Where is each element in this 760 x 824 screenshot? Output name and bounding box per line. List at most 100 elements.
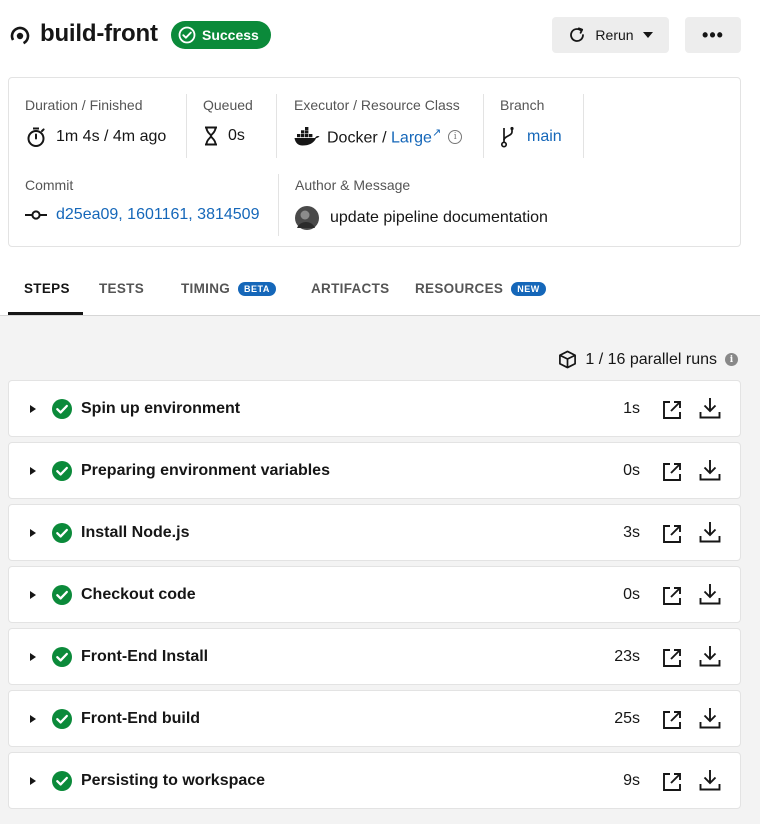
commit-field: Commit d25ea09, 1601161, 3814509: [25, 177, 259, 224]
tab-artifacts-label: ARTIFACTS: [311, 281, 390, 296]
step-row[interactable]: Checkout code 0s: [8, 566, 741, 623]
caret-right-icon[interactable]: [30, 653, 36, 661]
job-info-card: Duration / Finished 1m 4s / 4m ago Queue…: [8, 77, 741, 247]
author-field: Author & Message update pipeline documen…: [295, 177, 548, 230]
queued-label: Queued: [203, 97, 253, 113]
job-icon: [10, 26, 30, 46]
tab-timing-label: TIMING: [181, 281, 231, 296]
open-external-icon[interactable]: [661, 709, 683, 731]
cube-icon: [559, 350, 577, 369]
step-name: Checkout code: [81, 586, 196, 603]
open-external-icon[interactable]: [661, 771, 683, 793]
avatar: [295, 206, 319, 230]
resource-class-link[interactable]: Large: [391, 129, 432, 146]
open-external-icon[interactable]: [661, 399, 683, 421]
open-external-icon[interactable]: [661, 523, 683, 545]
caret-right-icon[interactable]: [30, 715, 36, 723]
duration-label: Duration / Finished: [25, 97, 143, 113]
step-row[interactable]: Spin up environment 1s: [8, 380, 741, 437]
check-circle-icon: [52, 647, 72, 667]
download-icon[interactable]: [698, 768, 722, 792]
caret-right-icon[interactable]: [30, 777, 36, 785]
open-external-icon[interactable]: [661, 461, 683, 483]
check-circle-icon: [52, 585, 72, 605]
duration-field: Duration / Finished 1m 4s / 4m ago: [25, 97, 166, 148]
download-icon[interactable]: [698, 396, 722, 420]
tab-bar: STEPS TESTS TIMING BETA ARTIFACTS RESOUR…: [0, 262, 760, 316]
tab-resources-label: RESOURCES: [415, 281, 504, 296]
step-duration: 3s: [623, 524, 640, 541]
parallel-runs-selector[interactable]: 1 / 16 parallel runs i: [558, 350, 738, 369]
step-duration: 25s: [614, 710, 640, 727]
check-circle-icon: [178, 26, 196, 44]
open-external-icon[interactable]: [661, 585, 683, 607]
step-name: Persisting to workspace: [81, 772, 266, 789]
caret-right-icon[interactable]: [30, 591, 36, 599]
branch-label: Branch: [500, 97, 545, 113]
docker-icon: [294, 126, 320, 146]
beta-badge: BETA: [238, 281, 276, 296]
branch-icon: [500, 126, 514, 148]
check-circle-icon: [52, 523, 72, 543]
step-row[interactable]: Front-End Install 23s: [8, 628, 741, 685]
step-row[interactable]: Persisting to workspace 9s: [8, 752, 741, 809]
step-row[interactable]: Front-End build 25s: [8, 690, 741, 747]
step-duration: 9s: [623, 772, 640, 789]
caret-right-icon[interactable]: [30, 405, 36, 413]
open-external-icon[interactable]: [661, 647, 683, 669]
commit-links[interactable]: d25ea09, 1601161, 3814509: [56, 206, 259, 224]
tab-tests-label: TESTS: [99, 281, 145, 296]
caret-right-icon[interactable]: [30, 467, 36, 475]
commit-message: update pipeline documentation: [330, 209, 548, 226]
check-circle-icon: [52, 771, 72, 791]
info-icon[interactable]: i: [725, 353, 738, 366]
check-circle-icon: [52, 461, 72, 481]
tab-steps[interactable]: STEPS: [8, 262, 83, 315]
queued-field: Queued 0s: [203, 97, 253, 146]
status-badge: Success: [171, 21, 271, 49]
job-title: build-front: [40, 20, 158, 47]
step-duration: 0s: [623, 462, 640, 479]
rerun-button[interactable]: Rerun: [552, 17, 669, 53]
caret-right-icon[interactable]: [30, 529, 36, 537]
divider: [583, 94, 584, 158]
tab-timing[interactable]: TIMING BETA: [181, 262, 276, 315]
divider: [186, 94, 187, 158]
more-options-button[interactable]: •••: [685, 17, 741, 53]
step-duration: 23s: [614, 648, 640, 665]
step-row[interactable]: Preparing environment variables 0s: [8, 442, 741, 499]
refresh-icon: [570, 27, 585, 42]
info-icon[interactable]: i: [448, 129, 463, 144]
commit-label: Commit: [25, 177, 74, 193]
branch-link[interactable]: main: [527, 128, 562, 146]
step-row[interactable]: Install Node.js 3s: [8, 504, 741, 561]
step-name: Install Node.js: [81, 524, 190, 541]
job-header: build-front Success Rerun •••: [0, 0, 760, 72]
download-icon[interactable]: [698, 644, 722, 668]
download-icon[interactable]: [698, 706, 722, 730]
chevron-down-icon: [642, 32, 653, 38]
divider: [483, 94, 484, 158]
status-text: Success: [202, 27, 259, 43]
parallel-runs-text: 1 / 16 parallel runs: [585, 350, 717, 368]
download-icon[interactable]: [698, 520, 722, 544]
divider: [278, 174, 279, 236]
step-duration: 0s: [623, 586, 640, 603]
branch-field: Branch main: [500, 97, 562, 148]
executor-label: Executor / Resource Class: [294, 97, 460, 113]
tab-artifacts[interactable]: ARTIFACTS: [311, 262, 389, 315]
tab-tests[interactable]: TESTS: [99, 262, 144, 315]
executor-value: Docker /: [327, 129, 392, 147]
new-badge: NEW: [511, 281, 546, 296]
check-circle-icon: [52, 399, 72, 419]
rerun-label: Rerun: [595, 27, 634, 43]
hourglass-icon: [205, 126, 217, 146]
step-name: Front-End build: [81, 710, 201, 727]
executor-field: Executor / Resource Class Docker / Large…: [294, 97, 463, 147]
tab-resources[interactable]: RESOURCES NEW: [415, 262, 546, 315]
duration-value: 1m 4s / 4m ago: [56, 128, 167, 145]
tab-steps-label: STEPS: [24, 281, 70, 296]
download-icon[interactable]: [698, 458, 722, 482]
step-duration: 1s: [623, 400, 640, 417]
download-icon[interactable]: [698, 582, 722, 606]
